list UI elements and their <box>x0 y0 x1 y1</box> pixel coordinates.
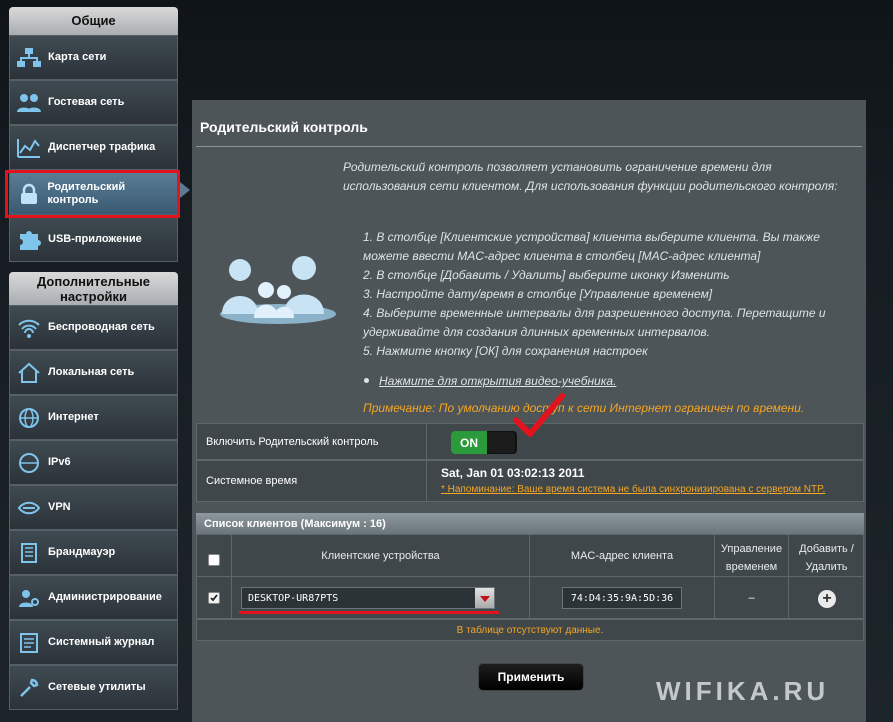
video-tutorial-link[interactable]: Нажмите для открытия видео-учебника. <box>379 374 616 388</box>
col-add-delete: Добавить / Удалить <box>799 543 854 573</box>
ipv6-icon <box>10 441 48 484</box>
description-text: Родительский контроль позволяет установи… <box>343 160 838 193</box>
select-all-checkbox[interactable] <box>208 554 220 566</box>
traffic-manager-icon <box>10 126 48 169</box>
system-time-value: Sat, Jan 01 03:02:13 2011 <box>441 466 585 480</box>
col-mac-address: MAC-адрес клиента <box>570 550 674 562</box>
firewall-icon <box>10 531 48 574</box>
sidebar-item-guest-network[interactable]: Гостевая сеть <box>9 80 178 125</box>
sidebar-item-internet[interactable]: Интернет <box>9 395 178 440</box>
sidebar-item-network-tools[interactable]: Сетевые утилиты <box>9 665 178 710</box>
watermark-logo: WIFIKA.RU <box>656 676 830 706</box>
instruction-steps: 1. В столбце [Клиентские устройства] кли… <box>363 228 853 361</box>
step-2: 2. В столбце [Добавить / Удалить] выбери… <box>363 268 730 282</box>
network-map-icon <box>10 36 48 79</box>
apply-button[interactable]: Применить <box>478 663 584 691</box>
home-icon <box>10 351 48 394</box>
sidebar-item-ipv6[interactable]: IPv6 <box>9 440 178 485</box>
sidebar-item-administration[interactable]: Администрирование <box>9 575 178 620</box>
ntp-warning-link[interactable]: * Напоминание: Ваше время система не был… <box>441 484 825 495</box>
step-3: 3. Настройте дату/время в столбце [Управ… <box>363 287 713 301</box>
title-divider <box>196 146 862 147</box>
row-divider <box>196 576 864 577</box>
parental-control-panel: Родительский контроль Родительский контр… <box>192 100 866 722</box>
row-checkbox[interactable] <box>208 592 220 604</box>
default-note: Примечание: По умолчанию доступ к сети И… <box>363 401 805 415</box>
sidebar-item-traffic-manager[interactable]: Диспетчер трафика <box>9 125 178 170</box>
enable-toggle[interactable]: ON <box>451 431 517 454</box>
system-time-label: Системное время <box>197 461 427 501</box>
toggle-on-label: ON <box>451 431 487 454</box>
sidebar-item-firewall[interactable]: Брандмауэр <box>9 530 178 575</box>
col-time-control: Управление временем <box>720 543 783 573</box>
red-checkmark-annotation <box>513 393 565 437</box>
puzzle-icon <box>10 218 48 261</box>
time-control-value: – <box>748 592 755 604</box>
add-client-icon[interactable]: + <box>818 590 836 608</box>
sidebar-item-wireless[interactable]: Беспроводная сеть <box>9 305 178 350</box>
step-1: 1. В столбце [Клиентские устройства] кли… <box>363 230 820 263</box>
bullet-dot <box>364 378 369 383</box>
system-time-row: Системное время Sat, Jan 01 03:02:13 201… <box>196 460 864 502</box>
highlight-box <box>5 170 180 218</box>
sidebar-item-usb-app[interactable]: USB-приложение <box>9 217 178 262</box>
client-device-value: DESKTOP-UR87PTS <box>248 592 339 604</box>
step-4: 4. Выберите временные интервалы для разр… <box>363 306 826 339</box>
general-header: Общие <box>9 7 178 35</box>
guest-network-icon <box>10 81 48 124</box>
empty-table-message: В таблице отсутствуют данные. <box>196 619 864 641</box>
col-client-devices: Клиентские устройства <box>321 550 440 562</box>
active-indicator-arrow <box>180 182 190 198</box>
sidebar-item-system-log[interactable]: Системный журнал <box>9 620 178 665</box>
admin-icon <box>10 576 48 619</box>
client-list-header: Список клиентов (Максимум : 16) <box>196 513 864 534</box>
family-illustration <box>220 256 336 324</box>
vpn-icon <box>10 486 48 529</box>
enable-label: Включить Родительский контроль <box>197 424 427 459</box>
page-title: Родительский контроль <box>200 119 368 135</box>
client-device-select[interactable]: DESKTOP-UR87PTS <box>241 587 495 609</box>
sidebar-item-vpn[interactable]: VPN <box>9 485 178 530</box>
step-5: 5. Нажмите кнопку [ОК] для сохранения на… <box>363 344 648 358</box>
wireless-icon <box>10 306 48 349</box>
log-icon <box>10 621 48 664</box>
advanced-header: Дополнительные настройки <box>9 272 178 305</box>
chevron-down-icon[interactable] <box>475 588 494 608</box>
globe-icon <box>10 396 48 439</box>
mac-address-field[interactable]: 74:D4:35:9A:5D:36 <box>562 587 682 609</box>
red-underline-annotation <box>239 611 499 614</box>
toggle-knob <box>487 432 515 453</box>
tools-icon <box>10 666 48 709</box>
sidebar-item-network-map[interactable]: Карта сети <box>9 35 178 80</box>
sidebar-item-lan[interactable]: Локальная сеть <box>9 350 178 395</box>
